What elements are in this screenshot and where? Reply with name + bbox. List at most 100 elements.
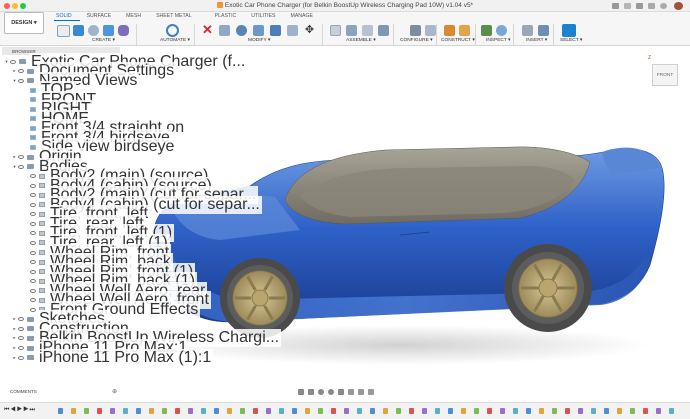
timeline-feature-icon[interactable] [188,408,193,414]
visibility-eye-icon[interactable] [18,346,24,350]
configure-table-icon[interactable] [425,25,436,36]
timeline-feature-icon[interactable] [591,408,596,414]
visibility-eye-icon[interactable] [30,193,36,198]
timeline-feature-icon[interactable] [643,408,648,414]
timeline-feature-icon[interactable] [448,408,453,414]
automate-icon[interactable] [166,24,179,37]
viewports-icon[interactable] [368,389,374,395]
timeline-feature-icon[interactable] [279,408,284,414]
visibility-eye-icon[interactable] [30,202,36,207]
visibility-eye-icon[interactable] [18,355,24,360]
timeline-feature-icon[interactable] [357,408,362,414]
visibility-eye-icon[interactable] [30,307,36,312]
timeline-feature-icon[interactable] [253,408,258,414]
select-menu[interactable]: SELECT ▾ [560,38,582,43]
visibility-eye-icon[interactable] [18,317,24,322]
visibility-eye-icon[interactable] [30,212,36,217]
timeline-feature-icon[interactable] [630,408,635,414]
construct-menu[interactable]: CONSTRUCT ▾ [441,38,475,43]
timeline-feature-icon[interactable] [656,408,661,414]
expand-arrow-icon[interactable]: ▸ [11,335,18,341]
timeline-feature-icon[interactable] [227,408,232,414]
timeline-feature-icon[interactable] [617,408,622,414]
tab-manage[interactable]: MANAGE [291,13,313,19]
zoom-icon[interactable] [328,389,334,395]
visibility-eye-icon[interactable] [18,155,24,159]
extrude-icon[interactable] [73,25,84,36]
collapse-arrow-icon[interactable]: ▾ [11,164,18,170]
timeline-feature-icon[interactable] [500,408,505,414]
timeline-feature-icon[interactable] [552,408,557,414]
timeline-feature-icon[interactable] [305,408,310,414]
timeline-playback-controls[interactable]: ⏮◀▶▶⏭ [4,407,36,414]
component-item[interactable]: ▸ iPhone 11 Pro Max (1):1 [11,348,214,367]
visibility-eye-icon[interactable] [30,174,36,179]
visibility-eye-icon[interactable] [30,288,36,293]
timeline-feature-icon[interactable] [669,408,674,414]
workspace-switcher[interactable]: DESIGN ▾ [4,12,44,34]
assemble-menu[interactable]: ASSEMBLE ▾ [346,38,376,43]
shell-icon[interactable] [253,25,264,36]
tab-utilities[interactable]: UTILITIES [251,13,275,19]
expand-arrow-icon[interactable]: ▸ [11,154,18,160]
timeline-feature-icon[interactable] [578,408,583,414]
tab-sheet-metal[interactable]: SHEET METAL [156,13,192,19]
timeline-feature-icon[interactable] [110,408,115,414]
help-icon[interactable] [660,3,667,9]
offset-plane-icon[interactable] [444,25,455,36]
timeline-feature-icon[interactable] [539,408,544,414]
section-analysis-icon[interactable] [496,25,507,36]
timeline-feature-icon[interactable] [344,408,349,414]
tab-plastic[interactable]: PLASTIC [215,13,237,19]
automate-menu[interactable]: AUTOMATE ▾ [160,38,190,43]
timeline-feature-icon[interactable] [214,408,219,414]
new-component-icon[interactable] [330,25,341,36]
add-tab-icon[interactable] [612,3,619,9]
visibility-eye-icon[interactable] [10,59,16,64]
timeline-feature-icon[interactable] [149,408,154,414]
select-icon[interactable] [562,24,576,37]
timeline-feature-icon[interactable] [266,408,271,414]
visibility-eye-icon[interactable] [30,279,36,284]
timeline-feature-icon[interactable] [487,408,492,414]
timeline-feature-icon[interactable] [513,408,518,414]
expand-arrow-icon[interactable]: ▸ [11,326,18,332]
visibility-eye-icon[interactable] [30,240,36,245]
visibility-eye-icon[interactable] [30,231,36,236]
tab-mesh[interactable]: MESH [126,13,141,19]
expand-arrow-icon[interactable]: ▸ [11,68,18,74]
revolve-icon[interactable] [88,25,99,36]
expand-arrow-icon[interactable]: ▸ [11,345,18,351]
visibility-eye-icon[interactable] [30,183,36,188]
timeline-feature-icon[interactable] [396,408,401,414]
timeline-feature-icon[interactable] [71,408,76,414]
pan-icon[interactable] [318,389,324,395]
fit-icon[interactable] [338,389,344,395]
timeline-feature-icon[interactable] [162,408,167,414]
fillet-icon[interactable] [236,25,247,36]
parameters-icon[interactable] [410,25,421,36]
expand-arrow-icon[interactable]: ▸ [11,355,18,361]
timeline-feature-icon[interactable] [383,408,388,414]
orbit-icon[interactable] [298,389,304,395]
new-sketch-icon[interactable] [57,25,70,37]
axis-icon[interactable] [459,25,470,36]
look-at-icon[interactable] [308,389,314,395]
visibility-eye-icon[interactable] [18,69,24,74]
collapse-arrow-icon[interactable]: ▾ [3,59,10,65]
timeline-feature-icon[interactable] [565,408,570,414]
timeline-feature-icon[interactable] [409,408,414,414]
visibility-eye-icon[interactable] [18,78,24,83]
split-body-icon[interactable] [287,25,298,36]
rear-wheel[interactable] [504,244,592,332]
timeline-feature-icon[interactable] [461,408,466,414]
create-menu[interactable]: CREATE ▾ [92,38,115,43]
display-settings-icon[interactable] [348,389,354,395]
visibility-eye-icon[interactable] [30,250,36,255]
add-comment-icon[interactable]: ⊕ [112,388,117,395]
grid-icon[interactable] [358,389,364,395]
create-form-icon[interactable] [118,25,129,36]
job-status-icon[interactable] [636,3,643,9]
combine-icon[interactable] [270,25,281,36]
timeline-feature-icon[interactable] [84,408,89,414]
